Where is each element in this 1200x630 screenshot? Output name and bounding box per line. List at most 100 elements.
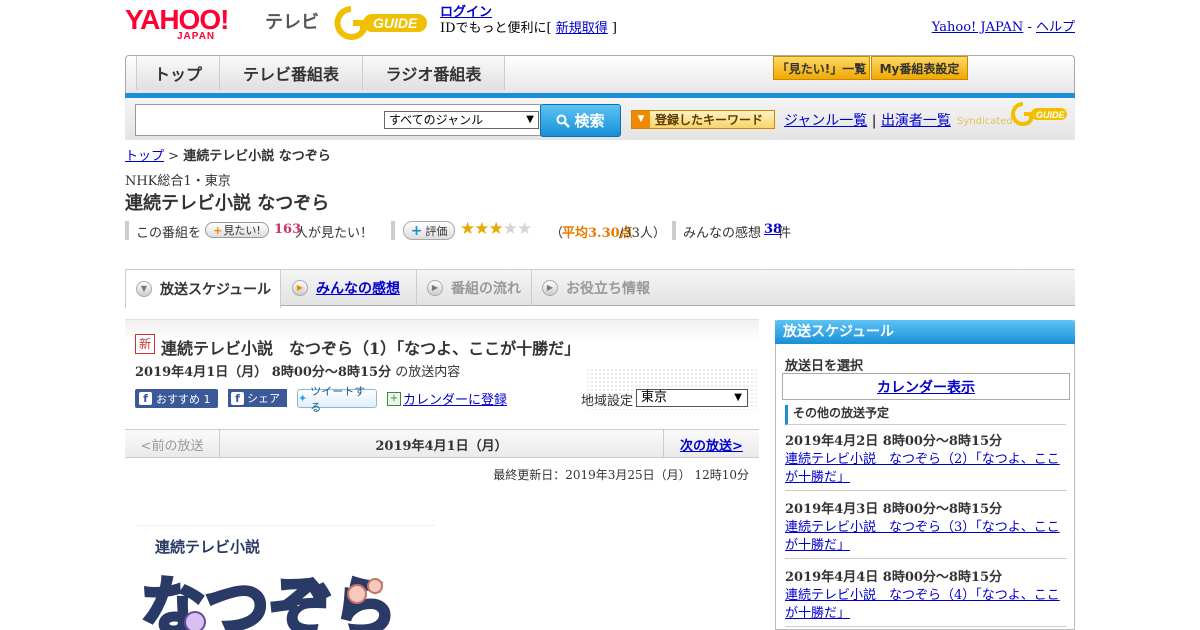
schedule-item: 2019年4月2日 8時00分～8時15分 連続テレビ小説 なつぞら（2）「なつ… xyxy=(785,430,1067,487)
logo-tv-text[interactable]: テレビ xyxy=(265,8,319,34)
divider xyxy=(785,626,1067,627)
tab-useful-info[interactable]: ▶ お役立ち情報 xyxy=(532,270,660,306)
chevron-down-icon: ▼ xyxy=(136,281,152,297)
star-filled-icon: ★ xyxy=(460,219,475,239)
tab-reviews-label[interactable]: みんなの感想 xyxy=(316,278,400,298)
current-broadcast-date: 2019年4月1日（月） xyxy=(375,438,508,454)
flower-icon xyxy=(367,578,383,594)
main-nav: トップ テレビ番組表 ラジオ番組表 「見たい!」一覧 My番組表設定 xyxy=(125,55,1075,98)
next-broadcast-link[interactable]: 次の放送> xyxy=(663,430,759,458)
program-stats: この番組を + 見たい! 163 人が見たい！ + 評価 ★★★★★ （ 平均3… xyxy=(125,219,1075,242)
my-schedule-button[interactable]: My番組表設定 xyxy=(871,56,968,80)
breadcrumb-top-link[interactable]: トップ xyxy=(125,149,164,164)
episode-datetime-suffix: の放送内容 xyxy=(391,365,461,380)
tab-program-flow[interactable]: ▶ 番組の流れ xyxy=(417,270,532,306)
share-row: f おすすめ 1 f シェア ✦ ツイートする + カレンダーに登録 地域設定 xyxy=(135,385,759,414)
region-select[interactable]: 東京 ▼ xyxy=(636,389,748,407)
keyword-button[interactable]: ▼ 登録したキーワード xyxy=(631,110,775,129)
help-link[interactable]: ヘルプ xyxy=(1036,20,1075,35)
login-link[interactable]: ログイン xyxy=(440,5,492,20)
calendar-add-icon: + xyxy=(387,391,401,406)
login-text: IDでもっと便利に[ xyxy=(440,21,556,36)
schedule-item-date: 2019年4月3日 8時00分～8時15分 xyxy=(785,502,1003,517)
reviews-prefix: みんなの感想 xyxy=(683,226,762,241)
want-list-button[interactable]: 「見たい!」一覧 xyxy=(773,56,870,80)
schedule-item-link[interactable]: 連続テレビ小説 なつぞら（4）「なつよ、ここが十勝だ」 xyxy=(785,588,1060,621)
tab-reviews[interactable]: ▶ みんなの感想 xyxy=(282,270,417,306)
syndicated-text: Syndicated xyxy=(957,116,1013,127)
tab-schedule[interactable]: ▼ 放送スケジュール xyxy=(125,270,281,308)
schedule-item-link[interactable]: 連続テレビ小説 なつぞら（2）「なつよ、ここが十勝だ」 xyxy=(785,452,1060,485)
search-icon xyxy=(556,114,571,128)
schedule-item: 2019年4月3日 8時00分～8時15分 連続テレビ小説 なつぞら（3）「なつ… xyxy=(785,498,1067,555)
stat-divider xyxy=(672,221,676,240)
calendar-display-link[interactable]: カレンダー表示 xyxy=(877,377,975,397)
nav-tab-tv-schedule[interactable]: テレビ番組表 xyxy=(220,56,363,90)
program-thumbnail: 連続テレビ小説 なつぞら xyxy=(135,525,435,630)
flower-icon xyxy=(347,584,367,604)
login-text-close: ] xyxy=(607,21,617,36)
tab-schedule-label: 放送スケジュール xyxy=(160,282,272,298)
flower-icon xyxy=(184,611,206,630)
plus-icon: + xyxy=(213,223,223,237)
schedule-item-date: 2019年4月2日 8時00分～8時15分 xyxy=(785,434,1003,449)
stat-divider xyxy=(125,221,129,240)
genre-select[interactable]: すべてのジャンル ▼ xyxy=(384,111,539,129)
breadcrumb-current: 連続テレビ小説 なつぞら xyxy=(183,149,331,164)
tab-useful-info-label: お役立ち情報 xyxy=(566,281,650,297)
logo-yahoo-text: YAHOO! xyxy=(125,4,229,35)
star-empty-icon: ★ xyxy=(517,219,532,239)
login-box: ログイン IDでもっと便利に[ 新規取得 ] xyxy=(440,5,617,37)
facebook-recommend-label: おすすめ 1 xyxy=(156,392,211,406)
top-links: Yahoo! JAPAN - ヘルプ xyxy=(932,16,1075,35)
episode-datetime: 2019年4月1日（月） 8時00分～8時15分 の放送内容 xyxy=(135,361,460,380)
last-updated: 最終更新日：2019年3月25日（月） 12時10分 xyxy=(493,468,749,482)
rating-stars: ★★★★★ xyxy=(460,219,532,239)
play-icon: ▶ xyxy=(427,280,443,296)
rate-button[interactable]: + 評価 xyxy=(403,221,455,240)
performer-list-link[interactable]: 出演者一覧 xyxy=(881,113,951,129)
region-select-value: 東京 xyxy=(641,390,668,405)
genre-select-value: すべてのジャンル xyxy=(389,113,484,127)
genre-list-link[interactable]: ジャンル一覧 xyxy=(784,113,867,129)
tweet-button[interactable]: ✦ ツイートする xyxy=(297,385,377,414)
play-icon: ▶ xyxy=(292,280,308,296)
tab-program-flow-label: 番組の流れ xyxy=(451,281,521,297)
yahoo-japan-logo[interactable]: YAHOO! JAPAN xyxy=(125,4,261,43)
new-badge: 新 xyxy=(135,334,155,354)
episode-header: 新 連続テレビ小説 なつぞら（1）「なつよ、ここが十勝だ」 2019年4月1日（… xyxy=(125,319,759,414)
calendar-register-link[interactable]: カレンダーに登録 xyxy=(403,389,507,408)
tweet-label: ツイートする xyxy=(310,384,366,414)
thumbnail-caption: 連続テレビ小説 xyxy=(155,538,260,556)
calendar-register[interactable]: + カレンダーに登録 xyxy=(387,389,507,408)
search-link-sep: | xyxy=(867,113,881,129)
facebook-recommend-button[interactable]: f おすすめ 1 xyxy=(135,389,218,408)
gguide-logo[interactable]: GUIDE xyxy=(333,5,431,41)
breadcrumb-sep: > xyxy=(164,149,184,164)
search-links: ジャンル一覧 | 出演者一覧 xyxy=(784,110,951,130)
plus-icon: + xyxy=(410,222,423,239)
program-subtabs: ▼ 放送スケジュール ▶ みんなの感想 ▶ 番組の流れ ▶ お役立ち情報 xyxy=(125,269,1075,308)
yahoo-japan-link[interactable]: Yahoo! JAPAN xyxy=(932,20,1024,35)
page: YAHOO! JAPAN テレビ GUIDE ログイン IDでもっと便利に[ 新… xyxy=(125,0,1075,630)
episode-title: 連続テレビ小説 なつぞら（1）「なつよ、ここが十勝だ」 xyxy=(161,339,581,358)
nav-tab-radio-schedule[interactable]: ラジオ番組表 xyxy=(363,56,505,90)
register-link[interactable]: 新規取得 xyxy=(556,21,608,36)
star-filled-icon: ★ xyxy=(488,219,504,239)
rate-button-label: 評価 xyxy=(425,224,448,238)
svg-text:GUIDE: GUIDE xyxy=(1036,110,1066,120)
page-title: 連続テレビ小説 なつぞら xyxy=(125,193,330,214)
search-button[interactable]: 検索 xyxy=(540,104,621,137)
want-prefix: この番組を xyxy=(136,226,202,241)
facebook-share-label: シェア xyxy=(247,392,280,405)
schedule-item-link[interactable]: 連続テレビ小説 なつぞら（3）「なつよ、ここが十勝だ」 xyxy=(785,520,1060,553)
facebook-icon: f xyxy=(231,391,244,405)
region-label: 地域設定 xyxy=(581,394,634,409)
want-button[interactable]: + 見たい! xyxy=(205,222,269,238)
search-button-label: 検索 xyxy=(574,112,605,130)
schedule-item: 2019年4月4日 8時00分～8時15分 連続テレビ小説 なつぞら（4）「なつ… xyxy=(785,566,1067,623)
facebook-share-button[interactable]: f シェア xyxy=(228,389,287,407)
star-filled-icon: ★ xyxy=(474,219,489,239)
nav-tab-top[interactable]: トップ xyxy=(136,56,220,90)
chevron-down-icon: ▼ xyxy=(734,392,742,403)
